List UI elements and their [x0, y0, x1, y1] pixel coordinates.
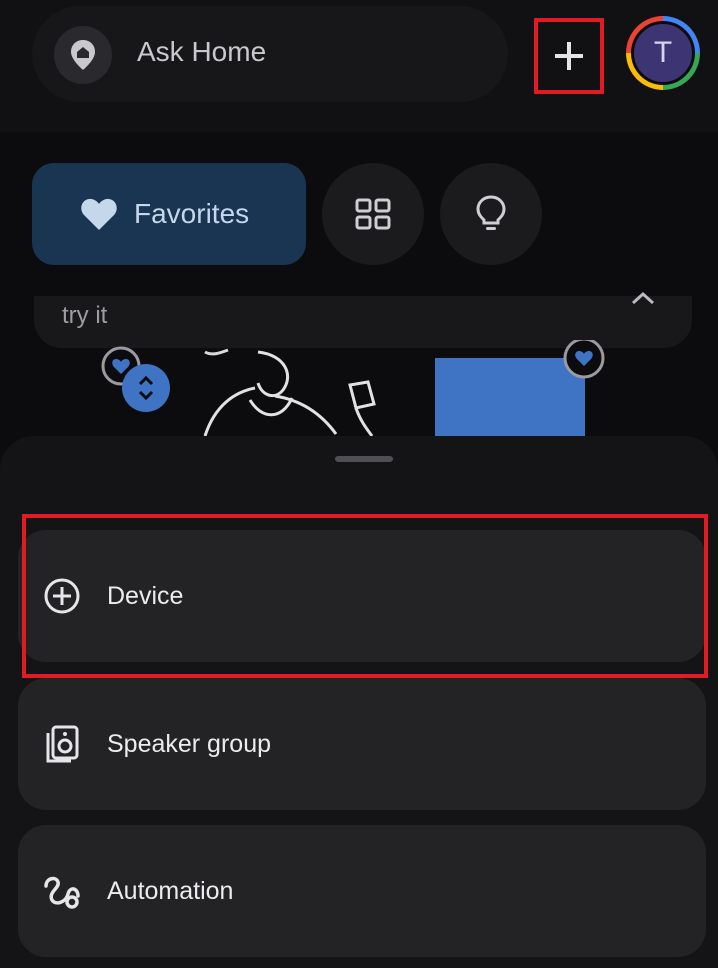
devices-chip[interactable]	[322, 163, 424, 265]
suggestions-chip[interactable]	[440, 163, 542, 265]
speaker-icon	[42, 724, 82, 764]
favorites-label: Favorites	[134, 198, 250, 229]
automation-option[interactable]: Automation	[18, 825, 706, 957]
add-circle-icon	[42, 576, 82, 616]
drag-handle[interactable]	[335, 456, 393, 462]
automation-label: Automation	[107, 876, 234, 905]
automation-icon	[42, 871, 82, 911]
ask-home-search-bar[interactable]: Ask Home	[32, 6, 508, 102]
location-pin-icon	[54, 26, 112, 84]
account-avatar-button[interactable]: T	[626, 16, 700, 90]
lightbulb-icon	[476, 195, 506, 230]
try-it-label: try it	[62, 302, 108, 329]
add-button[interactable]	[534, 18, 604, 94]
promo-illustration	[101, 340, 605, 450]
plus-icon	[555, 42, 583, 70]
speaker-group-option[interactable]: Speaker group	[18, 678, 706, 810]
heart-icon	[81, 198, 117, 230]
favorites-chip[interactable]: Favorites	[32, 163, 306, 265]
avatar: T	[631, 21, 695, 85]
home-screen: Ask Home T Favorites try it Device Speak…	[0, 0, 718, 968]
device-option[interactable]: Device	[18, 530, 706, 662]
search-placeholder: Ask Home	[137, 36, 267, 67]
grid-icon	[355, 198, 391, 230]
device-label: Device	[107, 581, 184, 610]
speaker-group-label: Speaker group	[107, 729, 272, 758]
chevron-up-icon[interactable]	[630, 290, 656, 311]
top-app-bar: Ask Home T	[0, 0, 718, 132]
